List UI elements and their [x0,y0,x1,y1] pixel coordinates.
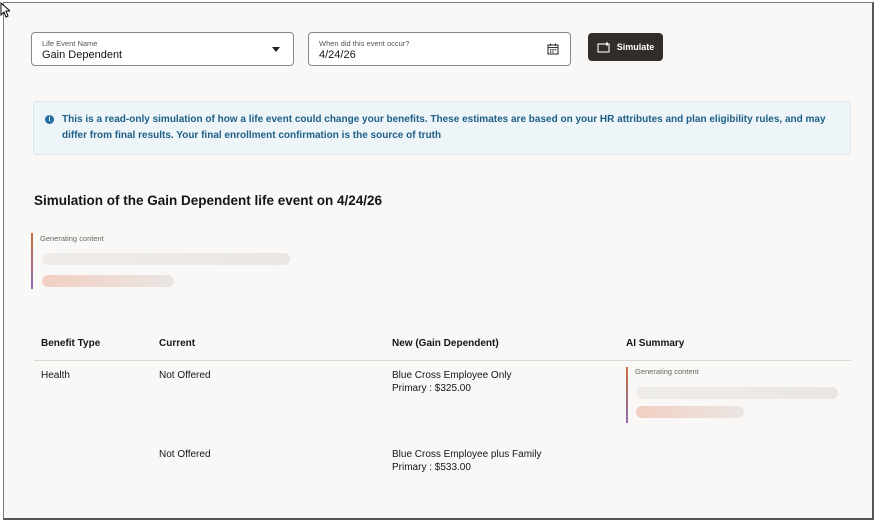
current-cell: Not Offered [159,370,211,381]
mouse-cursor-icon [0,2,10,18]
new-plan-cell: Blue Cross Employee Only [392,370,512,381]
table-divider [34,360,851,361]
event-date-field[interactable]: When did this event occur? 4/24/26 [308,32,571,66]
chevron-down-icon[interactable] [272,47,280,52]
new-cost-cell: Primary : $325.00 [392,383,471,394]
life-event-label: Life Event Name [42,39,98,48]
skeleton-line [42,275,174,287]
event-date-label: When did this event occur? [319,39,410,48]
skeleton-line [42,253,290,265]
generating-label: Generating content [40,234,104,243]
generating-label: Generating content [635,367,699,376]
skeleton-line [636,387,838,399]
skeleton-line [636,406,744,418]
app-window: Life Event Name Gain Dependent When did … [3,2,874,520]
banner-text: This is a read-only simulation of how a … [62,114,826,141]
section-title: Simulation of the Gain Dependent life ev… [34,193,383,208]
info-banner: i This is a read-only simulation of how … [33,101,851,155]
event-date-value: 4/24/26 [319,49,356,61]
col-header-new: New (Gain Dependent) [392,338,499,349]
new-cost-cell: Primary : $533.00 [392,462,471,473]
life-event-select[interactable]: Life Event Name Gain Dependent [31,32,294,66]
simulate-button[interactable]: Simulate [588,33,663,61]
new-plan-cell: Blue Cross Employee plus Family [392,449,542,460]
col-header-current: Current [159,338,196,349]
calendar-icon[interactable] [547,43,559,55]
life-event-value: Gain Dependent [42,49,123,61]
summary-loading: Generating content [31,233,291,289]
simulate-label: Simulate [616,42,655,52]
current-cell: Not Offered [159,449,211,460]
simulate-icon [597,41,610,53]
col-header-benefit-type: Benefit Type [41,338,101,349]
info-icon: i [45,115,54,124]
col-header-ai-summary: AI Summary [626,338,685,349]
benefit-type-cell: Health [41,370,70,381]
ai-summary-loading: Generating content [626,367,841,423]
